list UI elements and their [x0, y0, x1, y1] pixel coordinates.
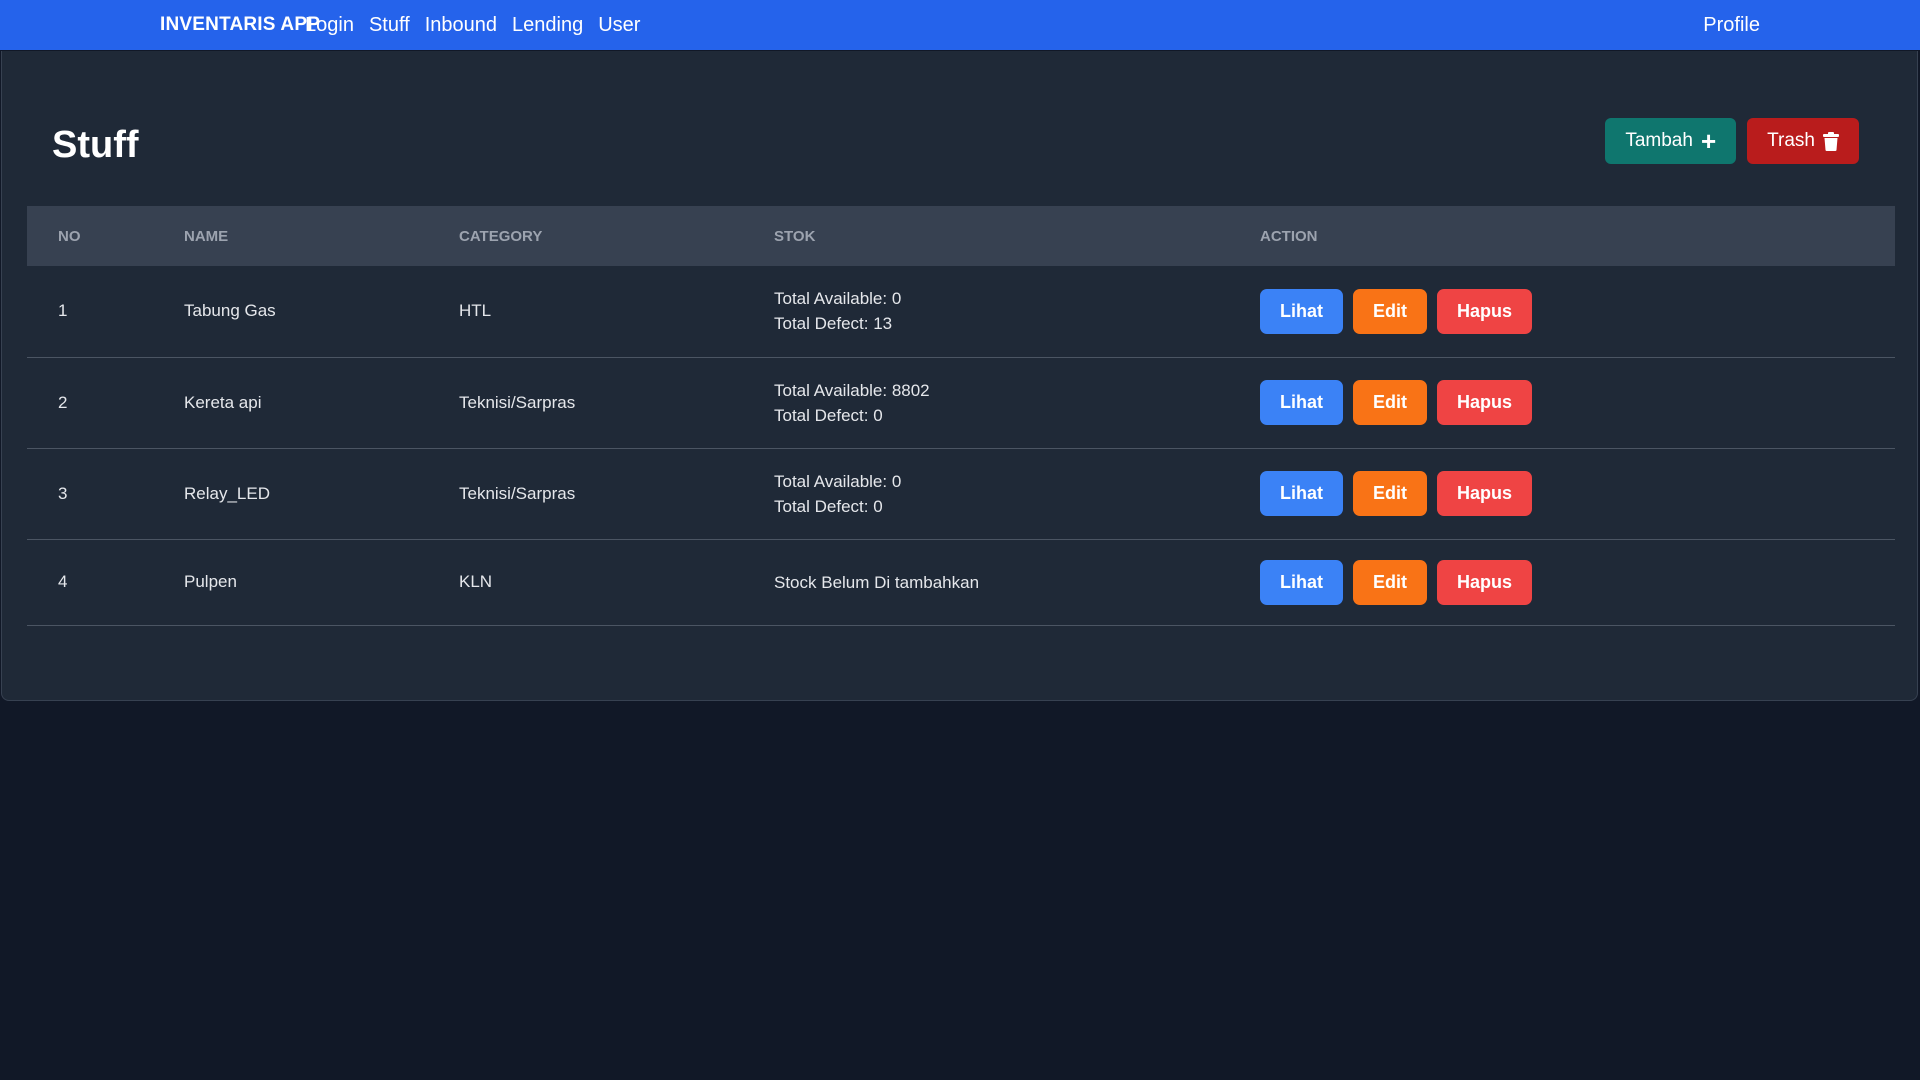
- nav-link-user[interactable]: User: [598, 14, 640, 37]
- view-button[interactable]: Lihat: [1260, 288, 1343, 334]
- cell-category: Teknisi/Sarpras: [459, 392, 576, 412]
- cell-action: Lihat Edit Hapus: [1260, 448, 1895, 539]
- cell-no: 2: [58, 392, 68, 412]
- brand-logo[interactable]: INVENTARIS APP: [160, 0, 320, 50]
- nav-links: Login Stuff Inbound Lending User: [305, 0, 640, 50]
- delete-button[interactable]: Hapus: [1437, 380, 1533, 425]
- view-button[interactable]: Lihat: [1260, 559, 1343, 605]
- cell-stok: Stock Belum Di tambahkan: [774, 539, 1260, 625]
- profile-link[interactable]: Profile: [1703, 0, 1760, 50]
- cell-stok: Total Available: 0 Total Defect: 13: [774, 266, 1260, 357]
- header-no: NO: [58, 227, 81, 245]
- cell-stok: Total Available: 0 Total Defect: 0: [774, 448, 1260, 539]
- cell-category: HTL: [459, 301, 492, 321]
- cell-name: Relay_LED: [184, 483, 270, 503]
- plus-icon: +: [1700, 126, 1717, 156]
- cell-action: Lihat Edit Hapus: [1260, 539, 1895, 625]
- delete-button[interactable]: Hapus: [1437, 288, 1533, 334]
- trash-icon: [1823, 131, 1839, 151]
- nav-link-stuff[interactable]: Stuff: [369, 14, 410, 37]
- cell-name: Pulpen: [184, 572, 237, 591]
- table-row: 4 Pulpen KLN Stock Belum Di tambahkan Li…: [27, 539, 1895, 625]
- cell-no: 1: [58, 301, 68, 321]
- stok-available: Total Available: 0: [774, 289, 902, 309]
- header-action: ACTION: [1260, 227, 1318, 245]
- delete-button[interactable]: Hapus: [1437, 559, 1533, 605]
- cell-category: KLN: [459, 572, 493, 591]
- stok-available: Total Available: 0: [774, 471, 902, 491]
- view-button[interactable]: Lihat: [1260, 380, 1343, 425]
- cell-category: Teknisi/Sarpras: [459, 483, 576, 503]
- delete-button[interactable]: Hapus: [1437, 471, 1533, 516]
- stuff-table: NO NAME CATEGORY STOK ACTION 1 Tabung Ga…: [27, 206, 1895, 626]
- nav-link-inbound[interactable]: Inbound: [425, 14, 497, 37]
- edit-button[interactable]: Edit: [1353, 380, 1427, 425]
- table-row: 3 Relay_LED Teknisi/Sarpras Total Availa…: [27, 448, 1895, 539]
- header-stok: STOK: [774, 227, 816, 245]
- stok-defect: Total Defect: 0: [774, 496, 883, 516]
- cell-name: Kereta api: [184, 392, 262, 412]
- cell-no: 4: [58, 572, 68, 591]
- table-row: 2 Kereta api Teknisi/Sarpras Total Avail…: [27, 357, 1895, 448]
- trash-button-label: Trash: [1767, 130, 1815, 151]
- cell-no: 3: [58, 483, 68, 503]
- nav-link-lending[interactable]: Lending: [512, 14, 583, 37]
- content-card: Stuff Tambah + Trash NO NAME CATEGORY ST…: [1, 51, 1918, 701]
- trash-button[interactable]: Trash: [1747, 118, 1859, 164]
- stok-available: Total Available: 8802: [774, 380, 930, 400]
- add-button[interactable]: Tambah +: [1605, 118, 1737, 164]
- edit-button[interactable]: Edit: [1353, 559, 1427, 605]
- edit-button[interactable]: Edit: [1353, 471, 1427, 516]
- edit-button[interactable]: Edit: [1353, 288, 1427, 334]
- page-title: Stuff: [52, 124, 139, 166]
- stok-defect: Total Defect: 13: [774, 314, 893, 334]
- header-category: CATEGORY: [459, 227, 543, 245]
- cell-action: Lihat Edit Hapus: [1260, 357, 1895, 448]
- top-navbar: INVENTARIS APP Login Stuff Inbound Lendi…: [0, 0, 1920, 50]
- table-row: 1 Tabung Gas HTL Total Available: 0 Tota…: [27, 266, 1895, 357]
- table-header: NO NAME CATEGORY STOK ACTION: [27, 206, 1895, 266]
- top-actions: Tambah + Trash: [1605, 118, 1859, 164]
- cell-stok: Total Available: 8802 Total Defect: 0: [774, 357, 1260, 448]
- cell-action: Lihat Edit Hapus: [1260, 266, 1895, 357]
- stok-empty-message: Stock Belum Di tambahkan: [774, 572, 980, 592]
- view-button[interactable]: Lihat: [1260, 471, 1343, 516]
- cell-name: Tabung Gas: [184, 301, 276, 321]
- header-name: NAME: [184, 227, 229, 245]
- nav-link-login[interactable]: Login: [305, 14, 354, 37]
- stok-defect: Total Defect: 0: [774, 405, 883, 425]
- add-button-label: Tambah: [1625, 130, 1693, 151]
